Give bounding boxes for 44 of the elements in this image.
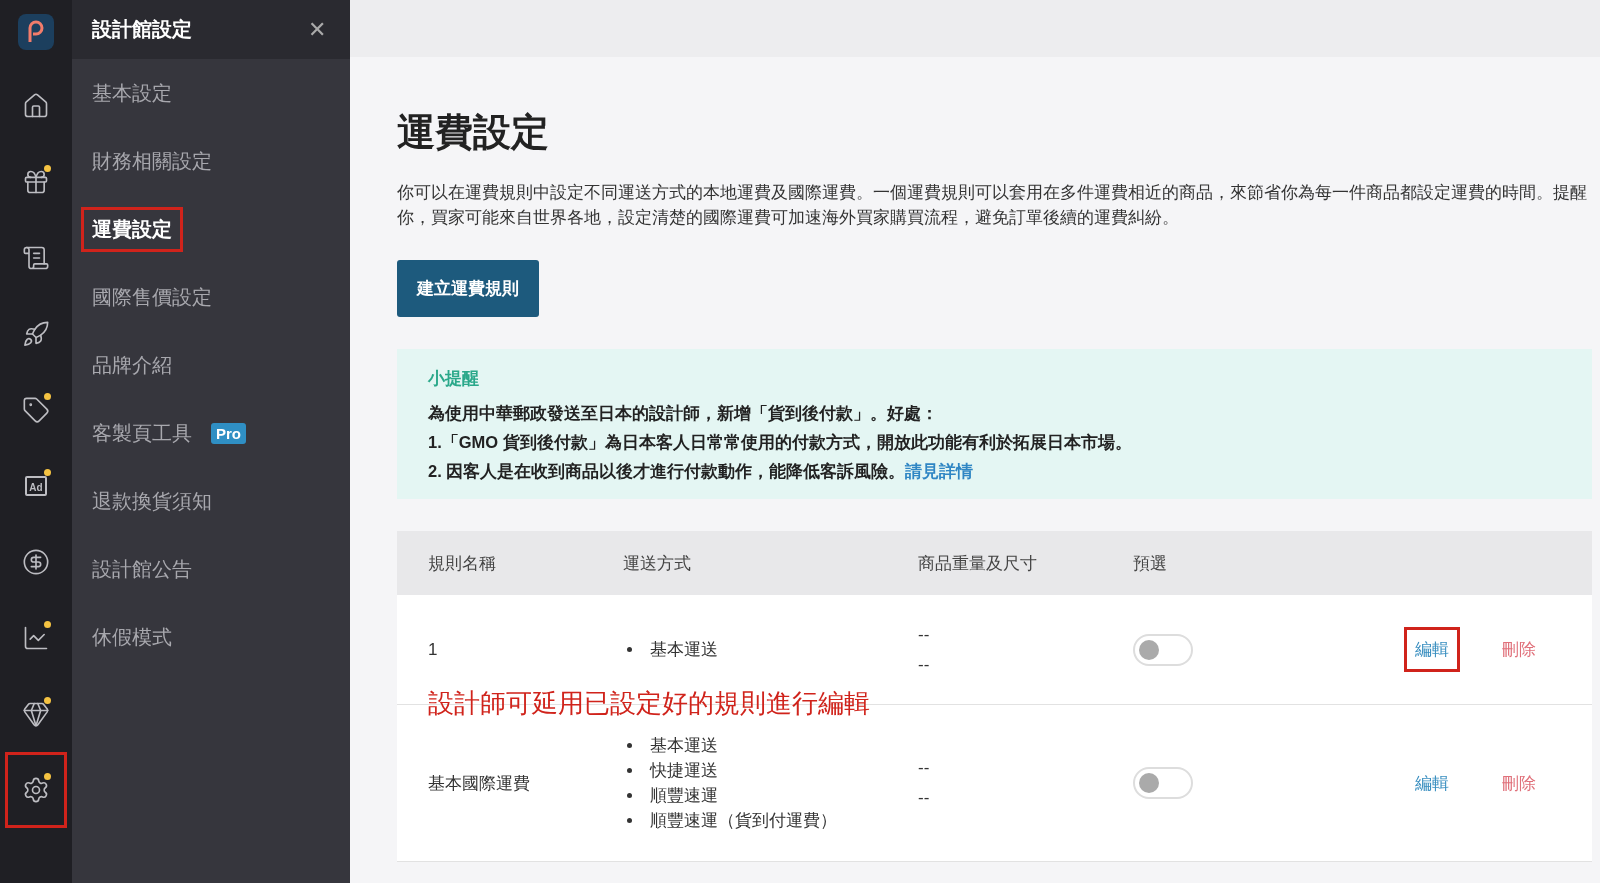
annotation-text: 設計師可延用已設定好的規則進行編輯 — [428, 687, 870, 720]
app-logo[interactable] — [18, 14, 54, 50]
shipping-method: 順豐速運（貨到付運費） — [623, 808, 918, 833]
delete-link[interactable]: 刪除 — [1502, 638, 1592, 661]
notice-text: 為使用中華郵政發送至日本的設計師，新增「貨到後付款」。好處： — [428, 403, 939, 424]
size-value: -- — [918, 654, 931, 675]
default-toggle[interactable] — [1133, 767, 1193, 799]
shipping-method: 基本運送 — [623, 733, 918, 758]
delete-link[interactable]: 刪除 — [1502, 771, 1592, 795]
menu-item[interactable]: 品牌介紹 — [81, 342, 183, 388]
size-value: -- — [918, 758, 931, 778]
column-header: 規則名稱 — [428, 552, 497, 575]
column-header: 運送方式 — [623, 552, 692, 575]
shipping-method: 順豐速運 — [623, 783, 918, 808]
size-value: -- — [918, 788, 931, 808]
menu-item[interactable]: 設計館公告 — [81, 546, 203, 592]
rule-name: 基本國際運費 — [428, 772, 531, 795]
edit-link[interactable]: 編輯 — [1404, 627, 1460, 672]
size-value: -- — [918, 624, 931, 645]
rule-name: 1 — [428, 639, 439, 660]
column-header: 預選 — [1133, 552, 1168, 575]
notice-text: 1.「GMO 貨到後付款」為日本客人日常常使用的付款方式，開放此功能有利於拓展日本市場。 — [428, 432, 1133, 453]
menu-item[interactable]: 財務相關設定 — [81, 138, 223, 184]
edit-link[interactable]: 編輯 — [1404, 760, 1460, 806]
panel-title: 設計館設定 — [92, 17, 192, 42]
menu-item[interactable]: 基本設定 — [81, 70, 183, 116]
column-header: 商品重量及尺寸 — [918, 552, 1038, 575]
menu-item[interactable]: 休假模式 — [81, 614, 183, 660]
menu-item[interactable]: 退款換貨須知 — [81, 478, 223, 524]
pro-badge: Pro — [211, 422, 246, 444]
menu-item[interactable]: 運費設定 — [81, 206, 183, 252]
menu-item[interactable]: 國際售價設定 — [81, 274, 223, 320]
page-description: 你可以在運費規則中設定不同運送方式的本地運費及國際運費。一個運費規則可以套用在多件運費相近的商品，來節省你為每一件商品都設定運費的時間。提醒你，買家可能來自世界各地，設定清楚的國際運費可加速海外買家購買流程，避免訂單後續的運費糾紛。 — [397, 182, 1588, 228]
create-rule-button[interactable]: 建立運費規則 — [397, 260, 539, 317]
shipping-method: 基本運送 — [623, 637, 918, 662]
page-title: 運費設定 — [397, 110, 550, 155]
notice-text: 2. 因客人是在收到商品以後才進行付款動作，能降低客訴風險。 — [428, 462, 906, 480]
close-button[interactable]: ✕ — [302, 15, 332, 44]
settings-icon[interactable] — [5, 752, 67, 828]
details-link[interactable]: 請見詳情 — [905, 462, 974, 480]
menu-item[interactable]: 客製頁工具 — [81, 410, 203, 456]
notice-title: 小提醒 — [428, 368, 480, 390]
shipping-method: 快捷運送 — [623, 758, 918, 783]
default-toggle[interactable] — [1133, 633, 1193, 666]
